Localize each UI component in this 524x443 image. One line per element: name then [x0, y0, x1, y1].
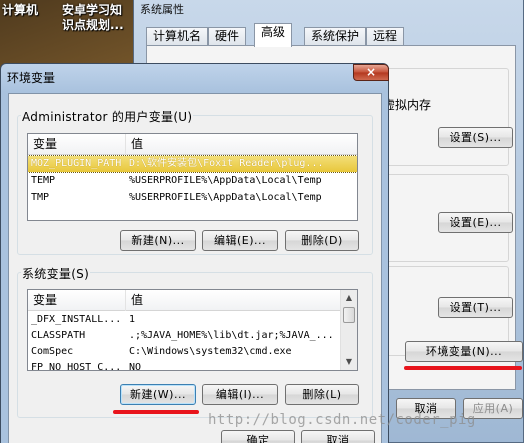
user-variables-list[interactable]: 变量 值 MOZ_PLUGIN_PATH D:\软件安装包\Foxit Read…	[27, 133, 358, 221]
annotation-underline-env	[404, 366, 522, 370]
desktop-icon-label: 安卓学习知	[62, 3, 123, 17]
virtual-memory-text: 虚拟内存	[383, 98, 432, 112]
variable-name: TEMP	[31, 175, 56, 186]
list-header: 变量 值	[28, 290, 357, 311]
variable-value: D:\软件安装包\Foxit Reader\plug...	[129, 158, 324, 169]
scroll-down-icon[interactable]: ▼	[341, 354, 357, 370]
startup-settings-button[interactable]: 设置(T)...	[438, 297, 513, 318]
close-button[interactable]: ×	[353, 64, 389, 81]
variable-name: _DFX_INSTALL...	[31, 314, 122, 325]
variable-name: TMP	[31, 192, 50, 203]
column-header-value[interactable]: 值	[126, 134, 357, 155]
tab-system-protection[interactable]: 系统保护	[304, 27, 367, 46]
vertical-scrollbar[interactable]: ▲ ▼	[340, 290, 357, 370]
dialog-title: 环境变量	[7, 71, 56, 85]
variable-name: MOZ_PLUGIN_PATH	[31, 158, 122, 169]
scroll-up-icon[interactable]: ▲	[341, 290, 357, 306]
system-edit-button[interactable]: 编辑(I)...	[202, 384, 278, 405]
table-row[interactable]: MOZ_PLUGIN_PATH D:\软件安装包\Foxit Reader\pl…	[28, 155, 357, 173]
table-row[interactable]: ComSpec C:\Windows\system32\cmd.exe	[28, 344, 357, 360]
environment-variables-dialog: 环境变量 × Administrator 的用户变量(U) 变量 值 MOZ_P…	[0, 63, 389, 443]
variable-value: .;%JAVA_HOME%\lib\dt.jar;%JAVA_...	[129, 330, 334, 341]
variable-value: NO	[129, 362, 142, 371]
table-row[interactable]: TEMP %USERPROFILE%\AppData\Local\Temp	[28, 173, 357, 189]
tab-hardware[interactable]: 硬件	[208, 27, 247, 46]
table-row[interactable]: FP_NO_HOST_C... NO	[28, 360, 357, 371]
variable-name: CLASSPATH	[31, 330, 86, 341]
column-header-value[interactable]: 值	[126, 290, 342, 311]
user-edit-button[interactable]: 编辑(E)...	[202, 230, 278, 251]
tab-advanced[interactable]: 高级	[254, 23, 293, 47]
variable-value: 1	[129, 314, 136, 325]
environment-variables-button[interactable]: 环境变量(N)...	[405, 341, 523, 362]
dialog-cancel-button[interactable]: 取消	[301, 430, 375, 443]
variable-name: FP_NO_HOST_C...	[31, 362, 122, 371]
tab-computer-name[interactable]: 计算机名	[146, 27, 209, 46]
ok-button[interactable]: 确定	[221, 430, 295, 443]
desktop-icon-label-2: 识点规划...	[62, 18, 124, 32]
column-header-variable[interactable]: 变量	[28, 134, 126, 155]
user-delete-button[interactable]: 删除(D)	[285, 230, 359, 251]
table-row[interactable]: _DFX_INSTALL... 1	[28, 312, 357, 328]
table-row[interactable]: CLASSPATH .;%JAVA_HOME%\lib\dt.jar;%JAVA…	[28, 328, 357, 344]
scroll-thumb[interactable]	[343, 307, 355, 323]
desktop-icon-computer[interactable]: 计算机	[2, 3, 38, 18]
variable-value: %USERPROFILE%\AppData\Local\Temp	[129, 192, 322, 203]
system-delete-button[interactable]: 删除(L)	[285, 384, 359, 405]
user-variables-label: Administrator 的用户变量(U)	[21, 108, 194, 125]
column-header-variable[interactable]: 变量	[28, 290, 126, 311]
desktop-icon-android-notes[interactable]: 安卓学习知 识点规划...	[62, 3, 124, 33]
desktop-icon-label: 计算机	[2, 3, 39, 17]
system-variables-list[interactable]: 变量 值 _DFX_INSTALL... 1 CLASSPATH .;%JAVA…	[27, 289, 358, 371]
variable-value: C:\Windows\system32\cmd.exe	[129, 346, 292, 357]
annotation-underline-new	[113, 410, 199, 414]
tab-remote[interactable]: 远程	[366, 27, 405, 46]
performance-settings-button[interactable]: 设置(S)...	[438, 127, 513, 148]
dialog-client-area: Administrator 的用户变量(U) 变量 值 MOZ_PLUGIN_P…	[8, 93, 382, 443]
window-title: 系统属性	[140, 3, 184, 16]
system-variables-label: 系统变量(S)	[21, 265, 91, 282]
user-new-button[interactable]: 新建(N)...	[120, 230, 196, 251]
close-icon: ×	[365, 65, 377, 79]
system-new-button[interactable]: 新建(W)...	[120, 384, 196, 405]
watermark: http://blog.csdn.net/coder_pig	[208, 412, 476, 428]
list-header: 变量 值	[28, 134, 357, 155]
profiles-settings-button[interactable]: 设置(E)...	[438, 212, 513, 233]
variable-name: ComSpec	[31, 346, 74, 357]
table-row[interactable]: TMP %USERPROFILE%\AppData\Local\Temp	[28, 190, 357, 206]
variable-value: %USERPROFILE%\AppData\Local\Temp	[129, 175, 322, 186]
